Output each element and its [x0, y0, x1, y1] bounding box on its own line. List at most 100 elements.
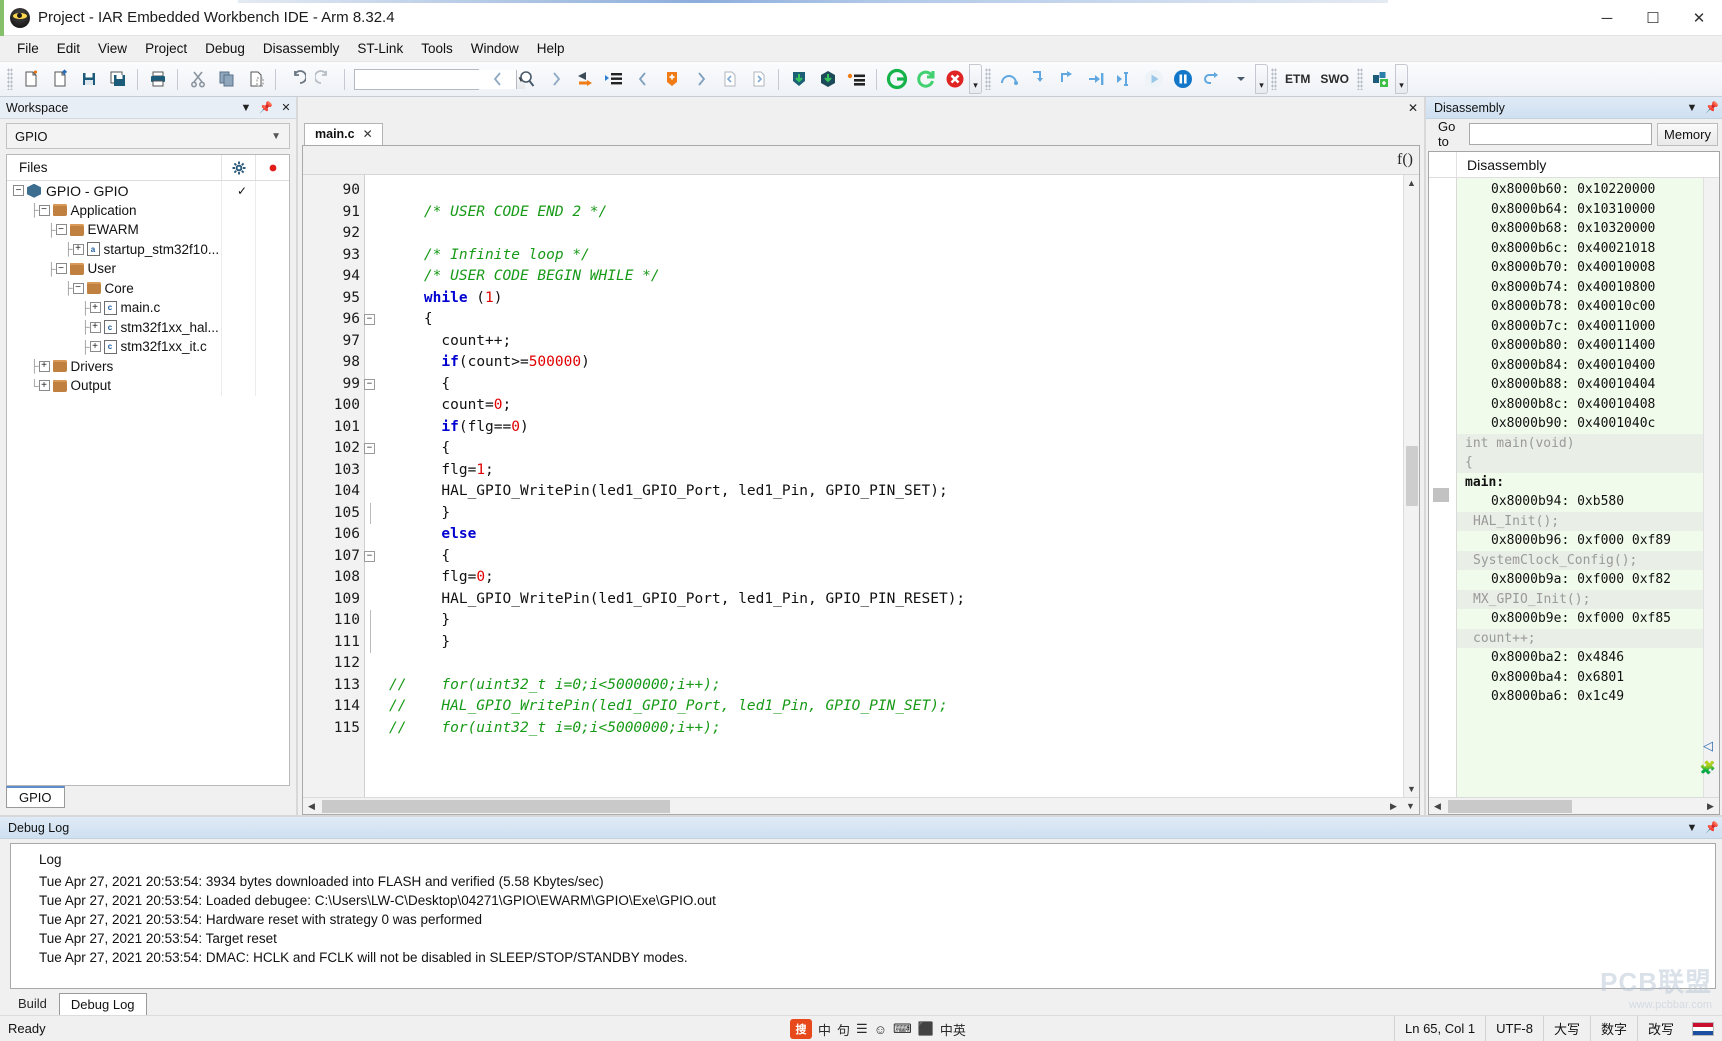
disassembly-instruction-row[interactable]: 0x8000b60: 0x10220000	[1457, 180, 1703, 200]
code-line[interactable]: }	[389, 610, 1403, 632]
disassembly-instruction-row[interactable]: 0x8000b88: 0x40010404	[1457, 375, 1703, 395]
tree-expand-icon[interactable]: +	[89, 341, 101, 353]
tree-item-drivers[interactable]: ├ + Drivers	[7, 356, 289, 376]
step-out-icon[interactable]	[1053, 66, 1080, 93]
pin-icon[interactable]: 📌	[256, 98, 276, 118]
puzzle-icon[interactable]: 🧩	[1698, 757, 1718, 779]
code-line[interactable]: flg=0;	[389, 567, 1403, 589]
go-icon[interactable]	[1140, 66, 1167, 93]
scroll-left-icon[interactable]: ◀	[303, 798, 320, 815]
function-navigator-icon[interactable]: f()	[1397, 151, 1413, 169]
menu-window[interactable]: Window	[462, 38, 528, 59]
prev-bookmark-icon[interactable]	[629, 66, 656, 93]
disassembly-instruction-row[interactable]: 0x8000b68: 0x10320000	[1457, 219, 1703, 239]
quick-search-combo[interactable]: ▼	[354, 68, 525, 90]
make-icon[interactable]	[814, 66, 841, 93]
ime-mode-icon[interactable]: 中	[818, 1020, 831, 1039]
tree-expand-icon[interactable]: +	[38, 360, 50, 372]
code-line[interactable]: // for(uint32_t i=0;i<5000000;i++);	[389, 718, 1403, 740]
code-line[interactable]: else	[389, 524, 1403, 546]
new-file-icon[interactable]	[17, 66, 44, 93]
run-to-cursor-icon[interactable]	[1111, 66, 1138, 93]
debug-log-content[interactable]: Log Tue Apr 27, 2021 20:53:54: 3934 byte…	[10, 843, 1716, 989]
disassembly-source-row[interactable]: SystemClock_Config();	[1457, 550, 1703, 570]
menu-edit[interactable]: Edit	[48, 38, 89, 59]
disassembly-instruction-row[interactable]: 0x8000ba2: 0x4846	[1457, 648, 1703, 668]
code-line[interactable]: count=0;	[389, 395, 1403, 417]
tree-expand-icon[interactable]: +	[89, 302, 101, 314]
disassembly-instruction-row[interactable]: 0x8000b70: 0x40010008	[1457, 258, 1703, 278]
scroll-thumb-horizontal[interactable]	[322, 799, 670, 813]
step-over-icon[interactable]	[995, 66, 1022, 93]
scroll-thumb[interactable]	[1405, 446, 1418, 506]
download-debug-icon[interactable]	[883, 66, 910, 93]
disassembly-source-row[interactable]: HAL_Init();	[1457, 511, 1703, 531]
code-line[interactable]: // for(uint32_t i=0;i<5000000;i++);	[389, 675, 1403, 697]
ime-punct-icon[interactable]: 句	[837, 1020, 850, 1039]
close-button[interactable]: ✕	[1676, 0, 1722, 36]
save-all-icon[interactable]	[104, 66, 131, 93]
disassembly-instruction-row[interactable]: 0x8000b9e: 0xf000 0xf85	[1457, 609, 1703, 629]
tree-item-stm32f1xx-it-c[interactable]: ├ + c stm32f1xx_it.c	[7, 337, 289, 357]
next-bookmark-icon[interactable]	[687, 66, 714, 93]
code-line[interactable]	[389, 223, 1403, 245]
next-file-icon[interactable]	[745, 66, 772, 93]
disassembly-instruction-row[interactable]: 0x8000b7c: 0x40011000	[1457, 317, 1703, 337]
chevron-down-icon[interactable]: ▼	[271, 131, 281, 142]
gear-icon[interactable]	[221, 155, 255, 180]
disassembly-source-row[interactable]: int main(void)	[1457, 433, 1703, 453]
disassembly-instruction-row[interactable]: 0x8000b94: 0xb580	[1457, 492, 1703, 512]
code-fold-icon[interactable]: −	[364, 550, 375, 562]
close-icon[interactable]: ✕	[363, 127, 373, 141]
goto-input[interactable]	[1469, 123, 1653, 145]
scroll-right-icon[interactable]: ▶	[1702, 798, 1719, 815]
disassembly-instruction-row[interactable]: 0x8000b6c: 0x40021018	[1457, 239, 1703, 259]
disassembly-vertical-scrollbar[interactable]	[1703, 178, 1719, 797]
code-line[interactable]: {	[389, 546, 1403, 568]
editor-tab-main-c[interactable]: main.c ✕	[304, 123, 383, 145]
restart-debug-icon[interactable]	[912, 66, 939, 93]
code-line[interactable]: if(flg==0)	[389, 417, 1403, 439]
tree-expand-icon[interactable]: +	[89, 321, 101, 333]
step-into-icon[interactable]	[1024, 66, 1051, 93]
bookmark-list-icon[interactable]	[600, 66, 627, 93]
tree-item-core[interactable]: ├ − Core	[7, 278, 289, 298]
chevron-down-icon[interactable]: ▼	[1682, 98, 1702, 118]
maximize-button[interactable]: ☐	[1630, 0, 1676, 36]
etm-label[interactable]: ETM	[1280, 72, 1315, 86]
ime-toolbox-icon[interactable]: ⬛	[918, 1021, 934, 1037]
disassembly-instruction-row[interactable]: 0x8000b80: 0x40011400	[1457, 336, 1703, 356]
scroll-left-icon[interactable]: ◀	[1429, 798, 1446, 815]
tree-collapse-icon[interactable]: −	[55, 263, 67, 275]
toolbar-grip[interactable]	[1357, 68, 1364, 90]
editor-horizontal-scrollbar[interactable]: ◀ ▶ ▼	[303, 797, 1419, 814]
cut-icon[interactable]	[184, 66, 211, 93]
memory-button[interactable]: Memory	[1657, 122, 1718, 146]
tree-item-gpio-gpio[interactable]: − GPIO - GPIO ✓	[7, 181, 289, 201]
toggle-bookmark-icon[interactable]	[658, 66, 685, 93]
disassembly-source-row[interactable]: MX_GPIO_Init();	[1457, 589, 1703, 609]
find-icon[interactable]	[513, 66, 540, 93]
code-area[interactable]: 90 91 92 93 94 95 96−97 98 99−100 101 102−103 104 10…	[303, 175, 1403, 797]
scroll-up-icon[interactable]: ▲	[1404, 175, 1420, 191]
code-line[interactable]: {	[389, 438, 1403, 460]
swo-label[interactable]: SWO	[1315, 72, 1354, 86]
break-icon[interactable]	[1169, 66, 1196, 93]
code-line[interactable]: if(count>=500000)	[389, 352, 1403, 374]
compile-icon[interactable]	[785, 66, 812, 93]
code-line[interactable]: HAL_GPIO_WritePin(led1_GPIO_Port, led1_P…	[389, 481, 1403, 503]
toolbar-overflow-button-3[interactable]: ▾	[1395, 64, 1409, 94]
live-watch-icon[interactable]	[1367, 66, 1394, 93]
redo-icon[interactable]	[311, 66, 338, 93]
collapse-arrow-icon[interactable]: ◁	[1698, 735, 1718, 757]
menu-debug[interactable]: Debug	[196, 38, 254, 59]
disassembly-instruction-row[interactable]: 0x8000b8c: 0x40010408	[1457, 395, 1703, 415]
scroll-down-corner-icon[interactable]: ▼	[1402, 798, 1419, 815]
sogou-logo-icon[interactable]: 搜	[790, 1019, 812, 1039]
disassembly-instruction-row[interactable]: 0x8000b90: 0x4001040c	[1457, 414, 1703, 434]
ime-keyboard-icon[interactable]: ⌨	[893, 1021, 912, 1037]
tree-item-ewarm[interactable]: ├ − EWARM	[7, 220, 289, 240]
stop-debug-icon[interactable]	[941, 66, 968, 93]
open-file-icon[interactable]	[46, 66, 73, 93]
navigate-forward-icon[interactable]	[542, 66, 569, 93]
